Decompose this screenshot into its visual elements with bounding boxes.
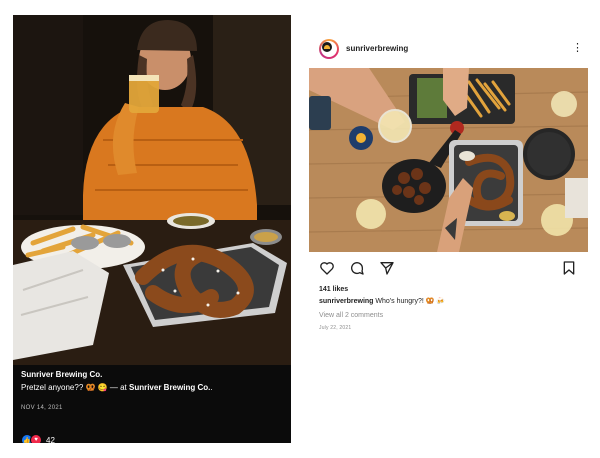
reactions-bar[interactable]: 👍 ♥ 42 (21, 434, 55, 443)
brewery-logo-icon (322, 42, 332, 52)
caption-text: Pretzel anyone?? 🥨 😋 — at Sunriver Brewi… (21, 382, 283, 393)
author-name[interactable]: Sunriver Brewing Co. (21, 369, 283, 380)
love-icon: ♥ (30, 434, 42, 443)
facebook-post-card: Sunriver Brewing Co. Pretzel anyone?? 🥨 … (13, 15, 291, 443)
post-photo-illustration (13, 15, 291, 365)
post-actions (309, 260, 588, 278)
share-icon[interactable] (379, 260, 395, 276)
caption-text: Who's hungry?! 🥨 🍻 (373, 298, 446, 305)
caption-username[interactable]: sunriverbrewing (319, 298, 373, 305)
place-link[interactable]: Sunriver Brewing Co. (129, 383, 210, 392)
caption-lead: Pretzel anyone?? 🥨 😋 — at (21, 383, 129, 392)
likes-count[interactable]: 141 likes (319, 286, 348, 293)
post-photo-illustration (309, 68, 588, 252)
heart-icon[interactable] (319, 260, 335, 276)
instagram-post: sunriverbrewing ⋮ 141 likes sunriverbrew… (309, 36, 588, 336)
post-date: July 22, 2021 (319, 325, 352, 331)
post-photo[interactable] (309, 68, 588, 252)
post-photo[interactable] (13, 15, 291, 365)
more-options-icon[interactable]: ⋮ (572, 41, 583, 54)
caption-tail: . (210, 383, 213, 392)
caption: sunriverbrewing Who's hungry?! 🥨 🍻 (319, 297, 445, 305)
post-header: sunriverbrewing ⋮ (309, 36, 588, 64)
post-date: NOV 14, 2021 (21, 405, 63, 411)
post-caption: Sunriver Brewing Co. Pretzel anyone?? 🥨 … (21, 369, 283, 411)
username[interactable]: sunriverbrewing (346, 44, 408, 53)
reaction-count: 42 (46, 435, 55, 444)
comment-icon[interactable] (349, 260, 365, 276)
view-comments-link[interactable]: View all 2 comments (319, 312, 383, 319)
bookmark-icon[interactable] (561, 260, 577, 276)
avatar[interactable] (319, 39, 339, 59)
